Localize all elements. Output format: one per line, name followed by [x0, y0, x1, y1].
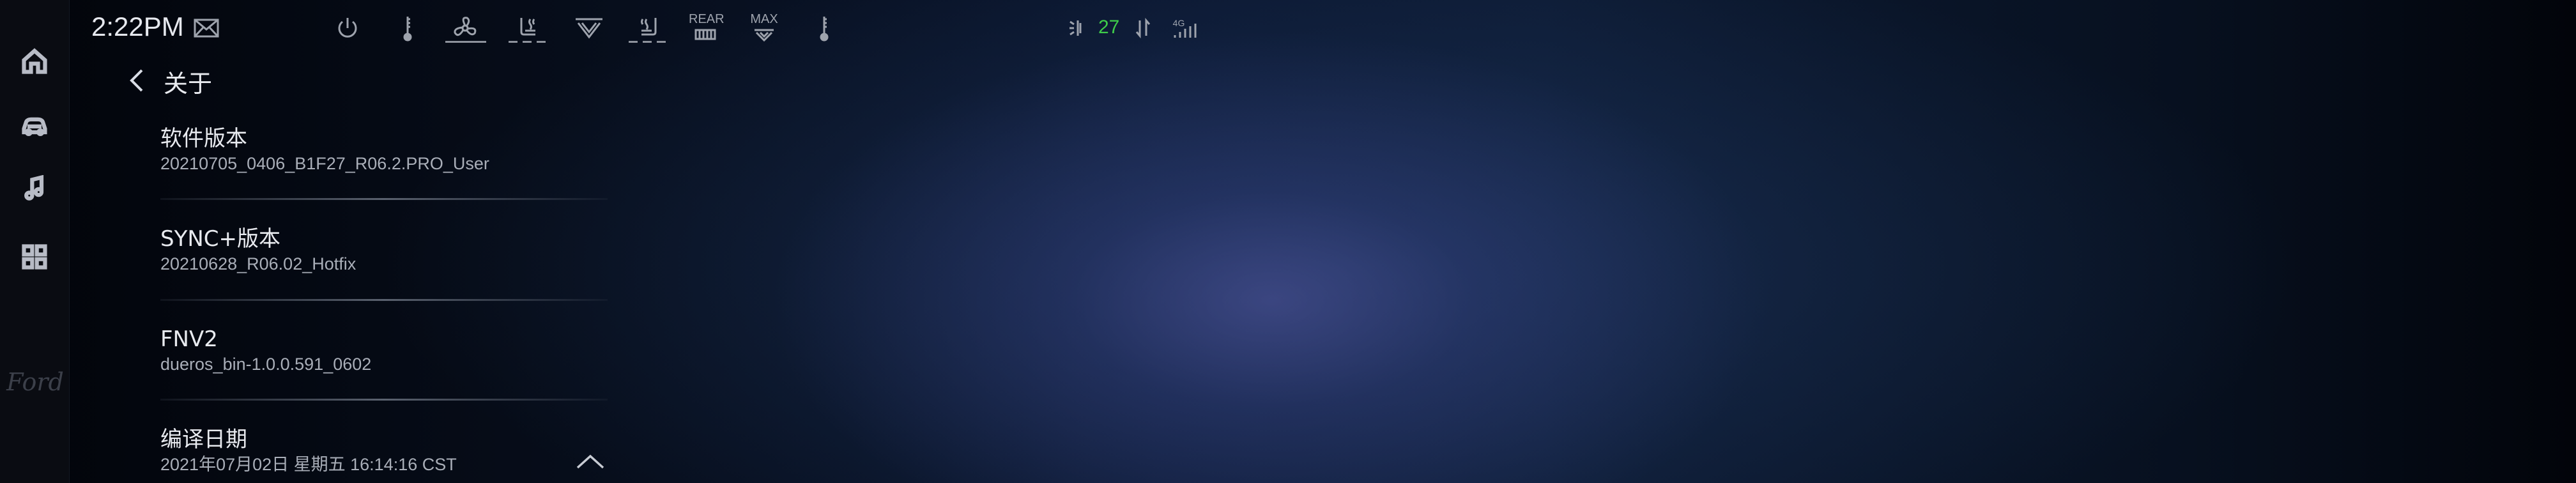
home-icon[interactable]	[19, 46, 50, 77]
list-item-software-version: 软件版本 20210705_0406_B1F27_R06.2.PRO_User	[160, 125, 608, 175]
apps-icon[interactable]	[19, 241, 50, 272]
list-item-build-date: 编译日期 2021年07月02日 星期五 16:14:16 CST	[160, 426, 608, 476]
data-transfer-icon	[1133, 12, 1153, 45]
left-nav-rail: Ford	[0, 0, 70, 483]
seat-heat-driver-icon[interactable]	[515, 12, 543, 45]
item-label: FNV2	[160, 326, 218, 352]
page-title: 关于	[164, 70, 213, 98]
item-value: dueros_bin-1.0.0.591_0602	[160, 355, 372, 374]
scroll-up-button[interactable]	[575, 451, 606, 470]
item-label: 软件版本	[160, 126, 247, 151]
divider	[160, 299, 608, 301]
clock: 2:22PM	[91, 12, 184, 42]
seat-heat-passenger-icon[interactable]	[634, 12, 662, 45]
list-item-fnv2: FNV2 dueros_bin-1.0.0.591_0602	[160, 326, 608, 376]
brand-logo: Ford	[6, 368, 64, 396]
item-value: 20210628_R06.02_Hotfix	[160, 254, 356, 273]
seat-heat-driver-level	[509, 41, 549, 43]
rear-defrost-icon[interactable]	[693, 27, 718, 43]
fan-icon[interactable]	[447, 12, 483, 45]
cellular-bars-icon	[1172, 22, 1200, 40]
back-button[interactable]	[126, 66, 147, 95]
signal-value: 27	[1098, 17, 1120, 38]
power-icon[interactable]	[334, 12, 362, 45]
divider	[160, 198, 608, 200]
car-icon[interactable]	[19, 110, 50, 141]
item-label: SYNC+版本	[160, 226, 281, 252]
rear-defrost-label[interactable]: REAR	[689, 13, 724, 26]
seat-heat-passenger-level	[629, 41, 670, 43]
mail-icon[interactable]	[192, 12, 220, 45]
divider	[160, 399, 608, 401]
item-value: 20210705_0406_B1F27_R06.2.PRO_User	[160, 154, 489, 173]
infotainment-screen: Ford 2:22PM REAR MAX 27 4G 关于 软件版本 20210…	[0, 0, 2576, 483]
item-label: 编译日期	[160, 427, 247, 452]
driver-temp-icon[interactable]	[400, 12, 415, 45]
max-defrost-icon[interactable]	[751, 27, 777, 43]
music-icon[interactable]	[19, 174, 50, 204]
item-value: 2021年07月02日 星期五 16:14:16 CST	[160, 455, 457, 474]
phone-signal-icon	[1067, 12, 1090, 45]
fan-active-indicator	[445, 41, 486, 43]
defrost-front-icon[interactable]	[572, 12, 606, 45]
passenger-temp-icon[interactable]	[816, 12, 832, 45]
max-defrost-label[interactable]: MAX	[747, 13, 781, 26]
list-item-sync-version: SYNC+版本 20210628_R06.02_Hotfix	[160, 226, 608, 275]
